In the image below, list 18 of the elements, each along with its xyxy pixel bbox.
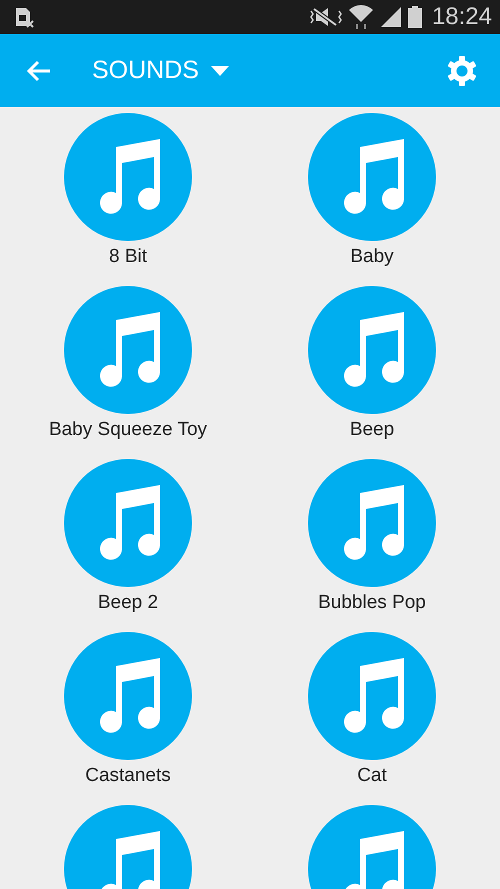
sound-name: Cat [357, 765, 387, 787]
dropdown-caret-icon[interactable] [210, 66, 229, 76]
back-arrow-icon[interactable] [26, 60, 52, 82]
signal-icon [380, 6, 402, 28]
battery-icon [408, 6, 422, 28]
wifi-icon [348, 4, 374, 30]
mute-icon [310, 7, 342, 27]
sound-name: Beep [350, 419, 394, 441]
sound-name: Bubbles Pop [318, 592, 426, 614]
sound-name: Baby Squeeze Toy [48, 419, 208, 441]
clock-time: 18:24 [432, 3, 492, 31]
sound-name: Castanets [85, 765, 171, 787]
settings-icon[interactable] [446, 54, 478, 86]
screen-title[interactable]: SOUNDS [92, 56, 199, 85]
sound-name: Beep 2 [98, 592, 158, 614]
sound-name: 8 Bit [108, 246, 148, 268]
sim-card-icon [14, 6, 36, 28]
sound-name: Baby [350, 246, 394, 268]
